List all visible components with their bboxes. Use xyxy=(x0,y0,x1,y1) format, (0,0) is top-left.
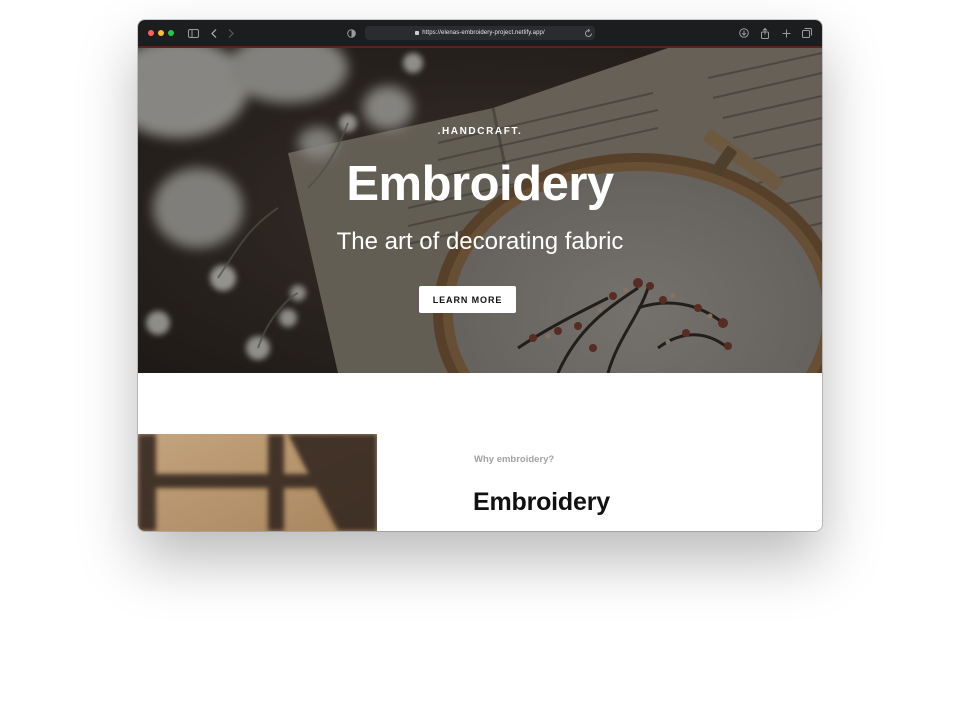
url-text: https://elenas-embroidery-project.netlif… xyxy=(422,30,545,36)
download-icon[interactable] xyxy=(739,26,749,40)
sidebar-icon[interactable] xyxy=(188,26,199,40)
forward-icon[interactable] xyxy=(228,26,234,40)
browser-window: https://elenas-embroidery-project.netlif… xyxy=(138,20,822,531)
tabs-icon[interactable] xyxy=(802,26,812,40)
new-tab-icon[interactable] xyxy=(782,26,791,40)
about-section: Why embroidery? Embroidery xyxy=(138,373,822,531)
learn-more-button[interactable]: LEARN MORE xyxy=(419,286,516,313)
lock-icon xyxy=(415,31,420,35)
back-icon[interactable] xyxy=(211,26,217,40)
close-window-button[interactable] xyxy=(148,30,154,36)
window-shadow-photo xyxy=(138,434,377,531)
hero-subtitle: The art of decorating fabric xyxy=(336,228,624,255)
hero-eyebrow: .HANDCRAFT. xyxy=(437,126,523,137)
hero-title: Embroidery xyxy=(346,157,614,211)
minimize-window-button[interactable] xyxy=(158,30,164,36)
shield-icon[interactable] xyxy=(347,26,356,40)
share-icon[interactable] xyxy=(760,26,770,40)
zoom-window-button[interactable] xyxy=(168,30,174,36)
address-bar[interactable]: https://elenas-embroidery-project.netlif… xyxy=(365,26,595,40)
hero-section: .HANDCRAFT. Embroidery The art of decora… xyxy=(138,48,822,373)
browser-toolbar: https://elenas-embroidery-project.netlif… xyxy=(138,20,822,46)
section-eyebrow: Why embroidery? xyxy=(474,454,555,465)
section-title: Embroidery xyxy=(473,488,610,516)
hero-content: .HANDCRAFT. Embroidery The art of decora… xyxy=(138,48,822,373)
window-controls xyxy=(148,30,174,36)
reload-icon[interactable] xyxy=(584,26,593,40)
